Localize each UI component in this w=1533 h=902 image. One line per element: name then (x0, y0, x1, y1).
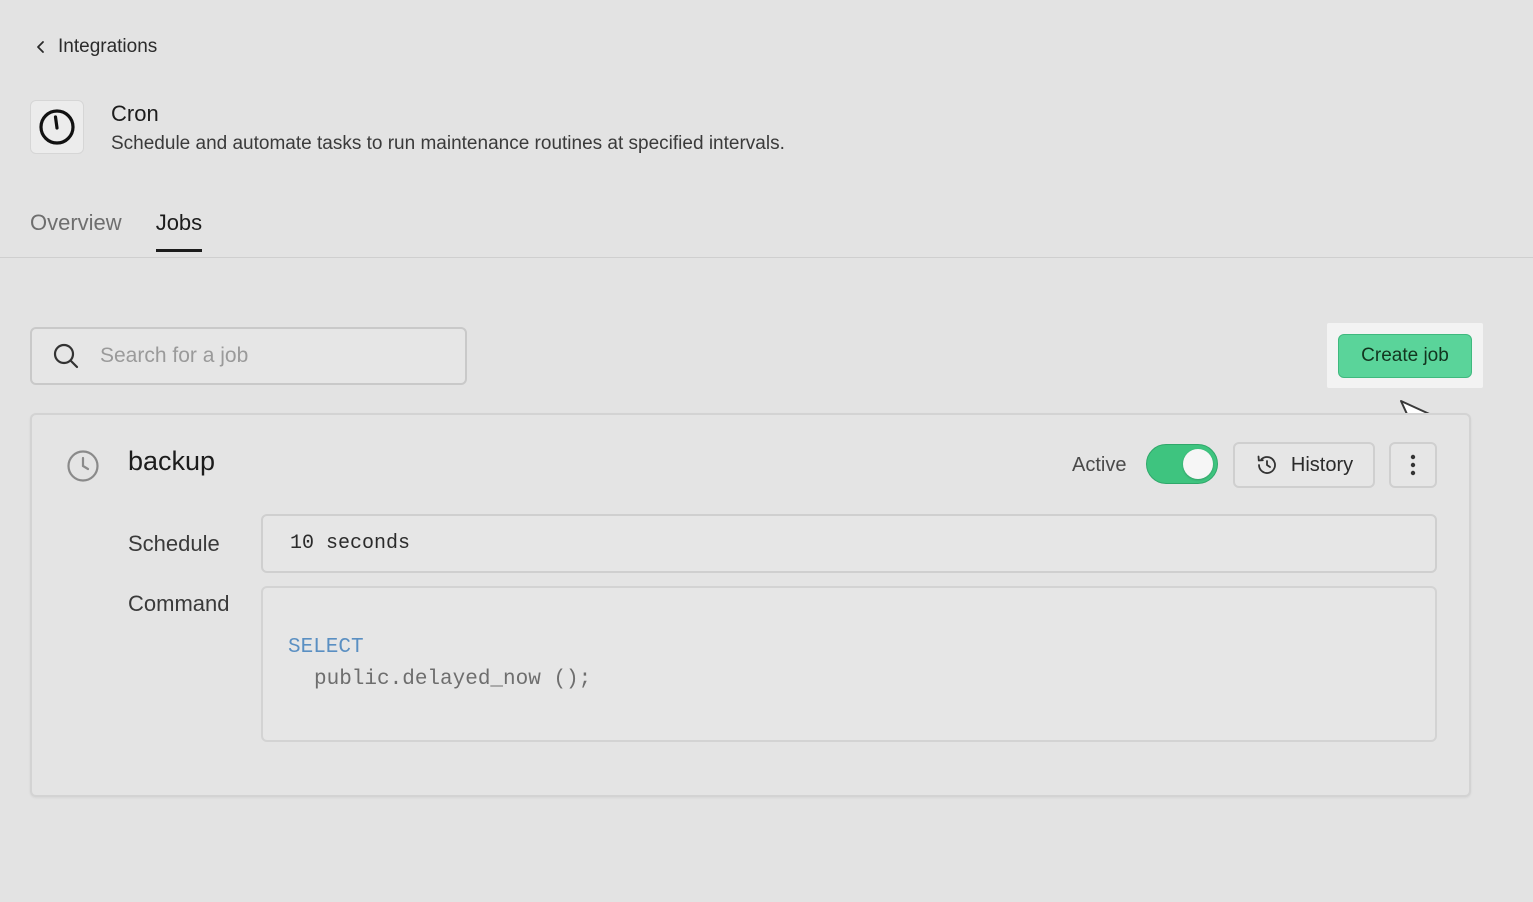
tabs-divider (0, 257, 1533, 258)
tab-jobs[interactable]: Jobs (155, 210, 203, 252)
sql-keyword: SELECT (288, 636, 364, 659)
page: Integrations Cron Schedule and automate … (0, 0, 1533, 902)
toggle-knob (1183, 449, 1213, 479)
schedule-field[interactable]: 10 seconds (261, 514, 1437, 573)
active-toggle[interactable] (1146, 444, 1218, 484)
breadcrumb[interactable]: Integrations (34, 36, 157, 58)
search-input[interactable] (100, 344, 430, 368)
clock-icon (39, 109, 75, 145)
integration-header: Cron Schedule and automate tasks to run … (30, 100, 785, 157)
history-button[interactable]: History (1233, 442, 1375, 488)
tab-bar: Overview Jobs (30, 210, 203, 252)
clock-icon (67, 450, 99, 482)
page-title: Cron (111, 101, 159, 126)
status-label: Active (1072, 454, 1127, 476)
create-job-highlight: Create job (1327, 323, 1483, 388)
search-box[interactable] (30, 327, 467, 385)
command-editor[interactable]: SELECT public.delayed_now (); (261, 586, 1437, 742)
sql-function-call: public.delayed_now (); (314, 668, 592, 691)
create-job-button[interactable]: Create job (1338, 333, 1472, 378)
history-icon (1257, 455, 1276, 474)
search-icon (53, 343, 79, 369)
schedule-label: Schedule (128, 531, 220, 556)
more-options-button[interactable] (1389, 442, 1437, 488)
more-vertical-icon (1410, 454, 1416, 476)
history-label: History (1290, 453, 1354, 476)
page-description: Schedule and automate tasks to run maint… (111, 133, 785, 154)
app-logo (30, 100, 84, 154)
job-card: backup Active History Schedule 10 second… (30, 413, 1471, 797)
job-name: backup (128, 446, 216, 476)
chevron-left-icon (37, 41, 44, 53)
tab-overview[interactable]: Overview (30, 210, 122, 250)
command-label: Command (128, 591, 230, 616)
breadcrumb-label: Integrations (58, 36, 158, 57)
